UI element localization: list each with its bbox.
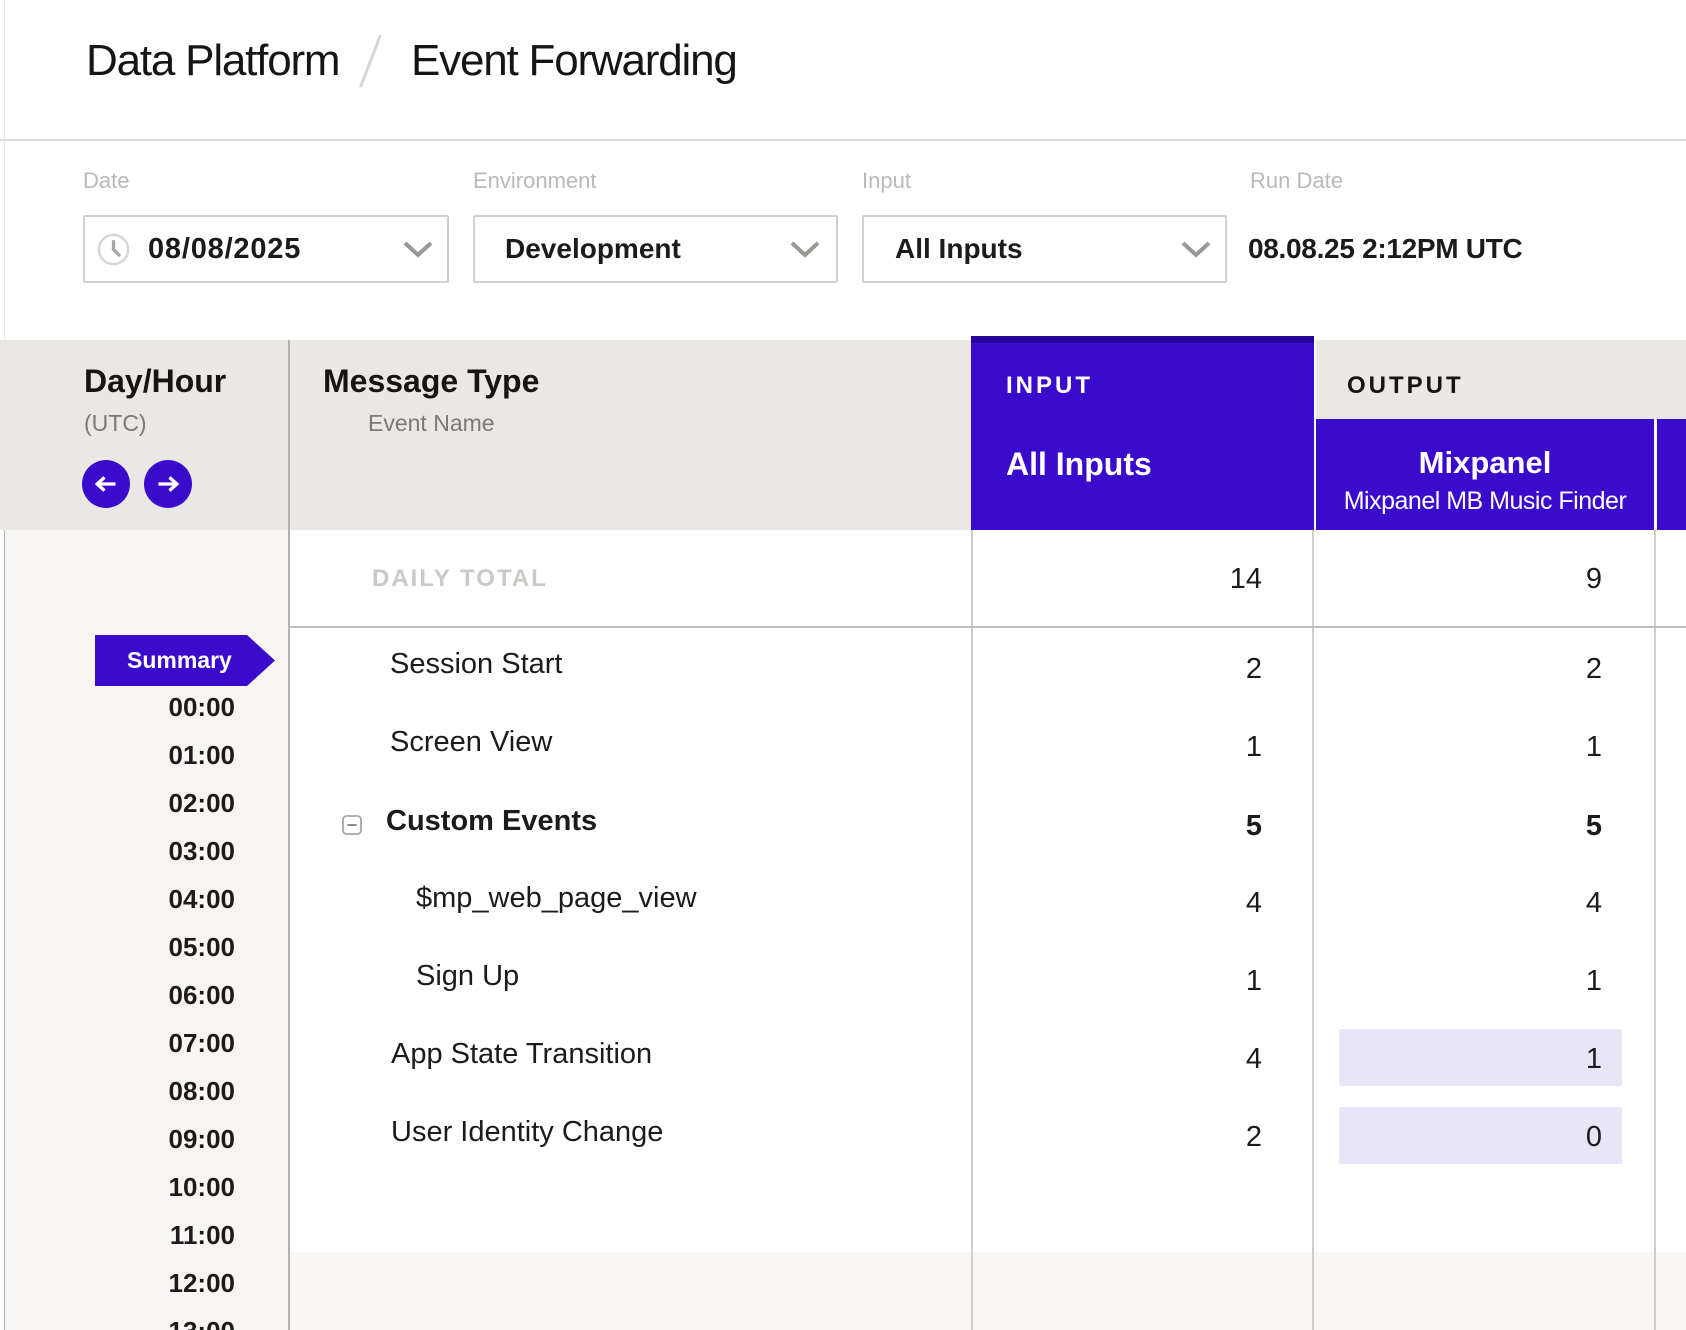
svg-text:Summary: Summary xyxy=(127,647,232,673)
